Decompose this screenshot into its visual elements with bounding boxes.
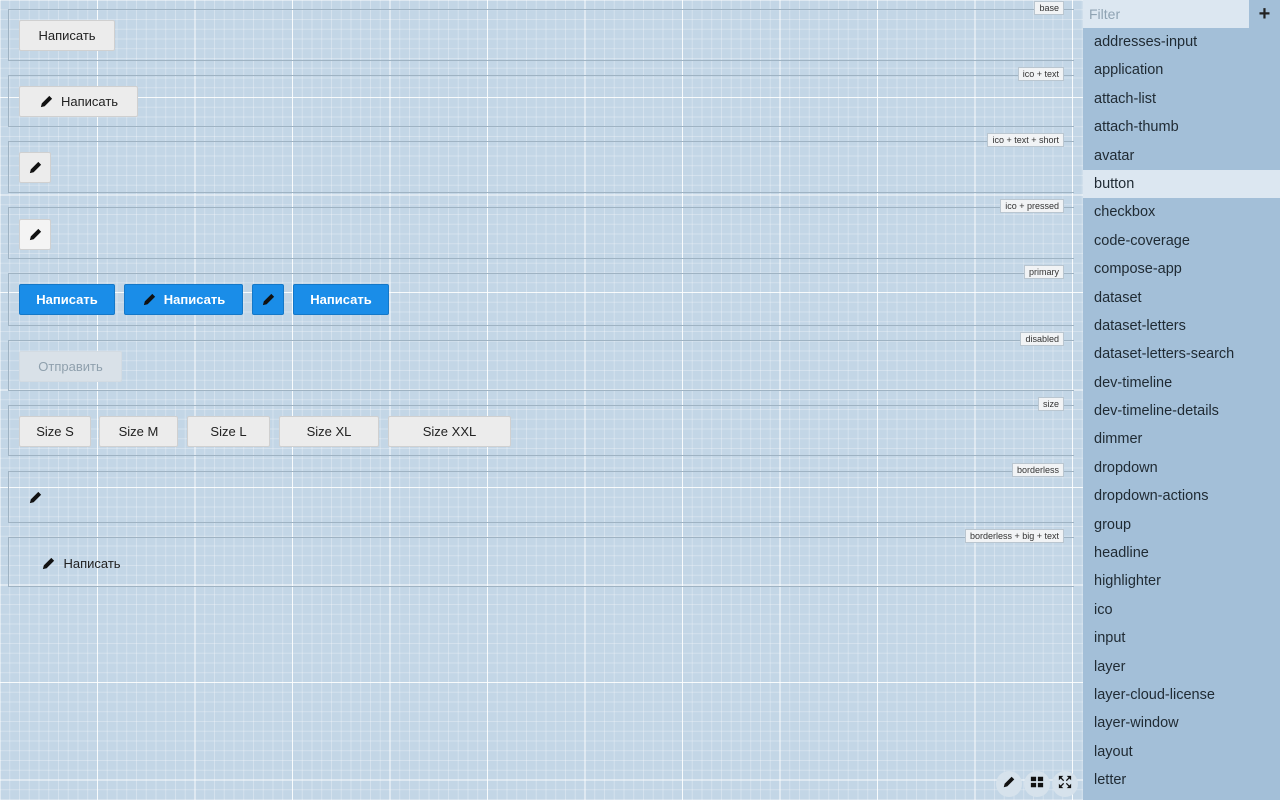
add-button[interactable]: +	[1249, 0, 1280, 28]
primary-write-button-with-icon[interactable]: Написать	[124, 284, 243, 315]
section-borderless-big-text: borderless + big + text Написать	[8, 529, 1074, 587]
grid-tool-button[interactable]	[1024, 771, 1050, 797]
primary-write-button-2[interactable]: Написать	[293, 284, 389, 315]
borderless-pencil-button[interactable]	[19, 482, 51, 513]
section-ico-pressed: ico + pressed	[8, 199, 1074, 259]
sidebar-item-avatar[interactable]: avatar	[1083, 142, 1280, 170]
button-label: Написать	[60, 94, 119, 109]
filter-row: +	[1083, 0, 1280, 28]
sidebar-item-layer-window[interactable]: layer-window	[1083, 709, 1280, 737]
section-ico-text: ico + text Написать	[8, 67, 1074, 127]
plus-icon: +	[1258, 2, 1271, 25]
section-label: base	[1034, 1, 1064, 15]
size-m-button[interactable]: Size M	[99, 416, 178, 447]
sidebar-item-dataset[interactable]: dataset	[1083, 284, 1280, 312]
section-label: disabled	[1020, 332, 1064, 346]
pencil-icon	[28, 227, 43, 242]
sidebar-item-dev-timeline-details[interactable]: dev-timeline-details	[1083, 397, 1280, 425]
sidebar-item-dropdown[interactable]: dropdown	[1083, 454, 1280, 482]
sidebar-item-dimmer[interactable]: dimmer	[1083, 425, 1280, 453]
section-label: ico + pressed	[1000, 199, 1064, 213]
sidebar-item-attach-list[interactable]: attach-list	[1083, 85, 1280, 113]
write-button[interactable]: Написать	[19, 20, 115, 51]
button-label: Написать	[63, 556, 121, 571]
component-canvas: base Написать ico + text Написать ico + …	[0, 0, 1083, 800]
sidebar-item-application[interactable]: application	[1083, 56, 1280, 84]
sidebar-item-button[interactable]: button	[1083, 169, 1280, 199]
section-label: primary	[1023, 265, 1064, 279]
filter-input[interactable]	[1083, 0, 1249, 28]
sidebar-item-attach-thumb[interactable]: attach-thumb	[1083, 113, 1280, 141]
sidebar-item-headline[interactable]: headline	[1083, 539, 1280, 567]
button-label: Написать	[38, 28, 96, 43]
sidebar-item-addresses-input[interactable]: addresses-input	[1083, 28, 1280, 56]
size-xl-button[interactable]: Size XL	[279, 416, 379, 447]
section-label: ico + text + short	[987, 133, 1064, 147]
section-borderless: borderless	[8, 463, 1074, 523]
sidebar-item-dropdown-actions[interactable]: dropdown-actions	[1083, 482, 1280, 510]
component-list: addresses-input application attach-list att…	[1083, 28, 1280, 795]
pencil-icon	[28, 490, 43, 505]
section-size: size Size S Size M Size L Size XL Size X…	[8, 397, 1074, 456]
button-label: Отправить	[38, 359, 103, 374]
edit-tool-button[interactable]	[996, 771, 1022, 797]
expand-tool-button[interactable]	[1052, 771, 1078, 797]
send-button-disabled[interactable]: Отправить	[19, 351, 122, 382]
sidebar-item-layout[interactable]: layout	[1083, 738, 1280, 766]
button-label: Size XL	[306, 424, 352, 439]
button-label: Size M	[118, 424, 159, 439]
button-label: Написать	[36, 292, 98, 307]
primary-write-button[interactable]: Написать	[19, 284, 115, 315]
sidebar-item-layer-cloud-license[interactable]: layer-cloud-license	[1083, 681, 1280, 709]
sidebar-item-letter[interactable]: letter	[1083, 766, 1280, 794]
button-label: Написать	[310, 292, 372, 307]
button-label: Size XXL	[422, 424, 477, 439]
sidebar-item-layer[interactable]: layer	[1083, 653, 1280, 681]
pencil-icon	[261, 292, 276, 307]
section-label: size	[1037, 397, 1064, 411]
sidebar-item-input[interactable]: input	[1083, 624, 1280, 652]
sidebar-item-checkbox[interactable]: checkbox	[1083, 198, 1280, 226]
pencil-icon	[1002, 775, 1016, 794]
write-button-with-icon[interactable]: Написать	[19, 86, 138, 117]
primary-pencil-button[interactable]	[252, 284, 284, 315]
pencil-icon	[39, 94, 54, 109]
pencil-icon	[28, 160, 43, 175]
pencil-icon	[142, 292, 157, 307]
borderless-write-button[interactable]: Написать	[21, 548, 141, 579]
sidebar-item-ico[interactable]: ico	[1083, 596, 1280, 624]
sidebar-item-highlighter[interactable]: highlighter	[1083, 567, 1280, 595]
sidebar-item-dataset-letters-search[interactable]: dataset-letters-search	[1083, 340, 1280, 368]
pencil-icon	[41, 556, 56, 571]
size-xxl-button[interactable]: Size XXL	[388, 416, 511, 447]
size-l-button[interactable]: Size L	[187, 416, 270, 447]
section-label: borderless	[1011, 463, 1064, 477]
section-disabled: disabled Отправить	[8, 332, 1074, 391]
component-sidebar: + addresses-inputapplicationattach-lista…	[1083, 0, 1280, 800]
section-base: base Написать	[8, 1, 1074, 61]
sidebar-item-compose-app[interactable]: compose-app	[1083, 255, 1280, 283]
sidebar-item-dataset-letters[interactable]: dataset-letters	[1083, 312, 1280, 340]
sidebar-item-group[interactable]: group	[1083, 511, 1280, 539]
button-label: Написать	[163, 292, 226, 307]
pencil-button-pressed[interactable]	[19, 219, 51, 250]
grid-icon	[1030, 775, 1044, 794]
section-primary: primary Написать Написать Написать	[8, 265, 1074, 326]
button-label: Size L	[210, 424, 247, 439]
button-label: Size S	[36, 424, 74, 439]
section-ico-short: ico + text + short	[8, 133, 1074, 193]
sidebar-item-code-coverage[interactable]: code-coverage	[1083, 227, 1280, 255]
section-label: ico + text	[1017, 67, 1064, 81]
expand-icon	[1058, 775, 1072, 794]
section-label: borderless + big + text	[964, 529, 1064, 543]
bottom-toolbar	[996, 771, 1078, 797]
size-s-button[interactable]: Size S	[19, 416, 91, 447]
pencil-button[interactable]	[19, 152, 51, 183]
sidebar-item-dev-timeline[interactable]: dev-timeline	[1083, 369, 1280, 397]
